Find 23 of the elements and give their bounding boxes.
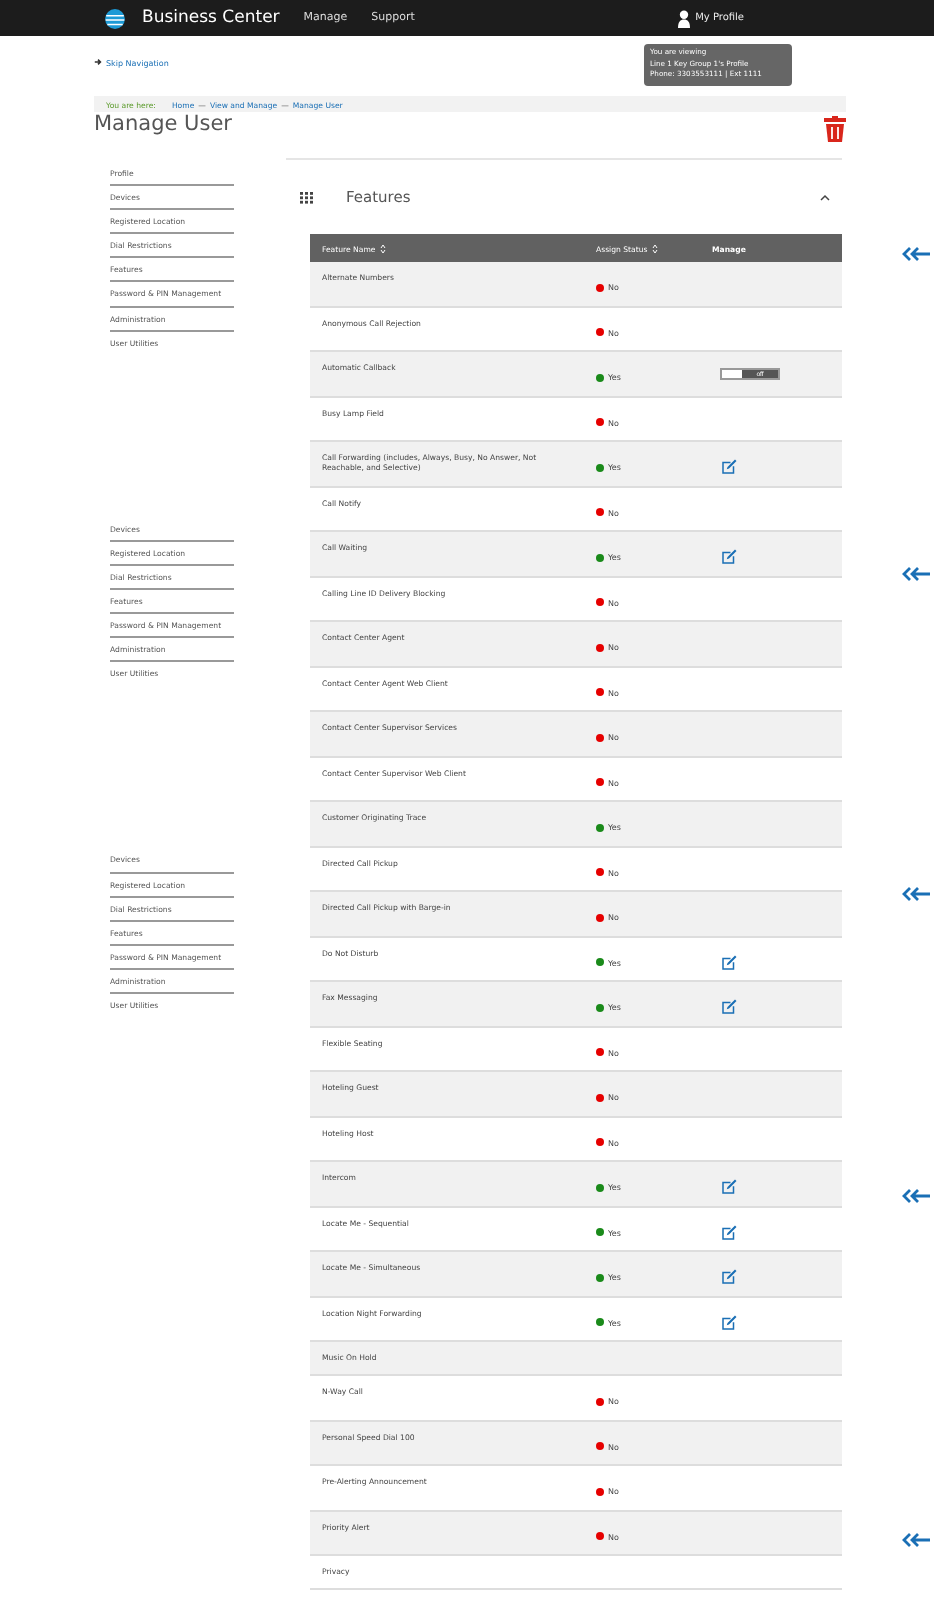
edit-button[interactable] bbox=[720, 458, 738, 476]
brand-name: Business Center bbox=[142, 8, 280, 28]
collapse-arrow-icon[interactable] bbox=[902, 1188, 930, 1204]
collapse-arrow-icon[interactable] bbox=[902, 566, 930, 582]
edit-button[interactable] bbox=[720, 998, 738, 1016]
chevron-icon[interactable] bbox=[820, 193, 830, 201]
trash-icon[interactable] bbox=[824, 116, 846, 142]
sort-icon[interactable] bbox=[651, 243, 658, 253]
page-title: Manage User bbox=[94, 112, 232, 136]
collapse-arrow-icon[interactable] bbox=[902, 886, 930, 902]
grid-icon bbox=[300, 191, 314, 203]
edit-button[interactable] bbox=[720, 953, 738, 971]
edit-button[interactable] bbox=[720, 1268, 738, 1286]
edit-button[interactable] bbox=[720, 1178, 738, 1196]
sort-icon[interactable] bbox=[379, 243, 386, 253]
collapse-arrow-icon[interactable] bbox=[902, 1532, 930, 1548]
person-icon bbox=[677, 9, 690, 27]
edit-button[interactable] bbox=[720, 1313, 738, 1331]
edit-button[interactable] bbox=[720, 548, 738, 566]
globe-logo-icon bbox=[104, 7, 126, 29]
edit-button[interactable] bbox=[720, 1223, 738, 1241]
arrow-icon bbox=[94, 58, 102, 66]
collapse-arrow-icon[interactable] bbox=[902, 246, 930, 262]
